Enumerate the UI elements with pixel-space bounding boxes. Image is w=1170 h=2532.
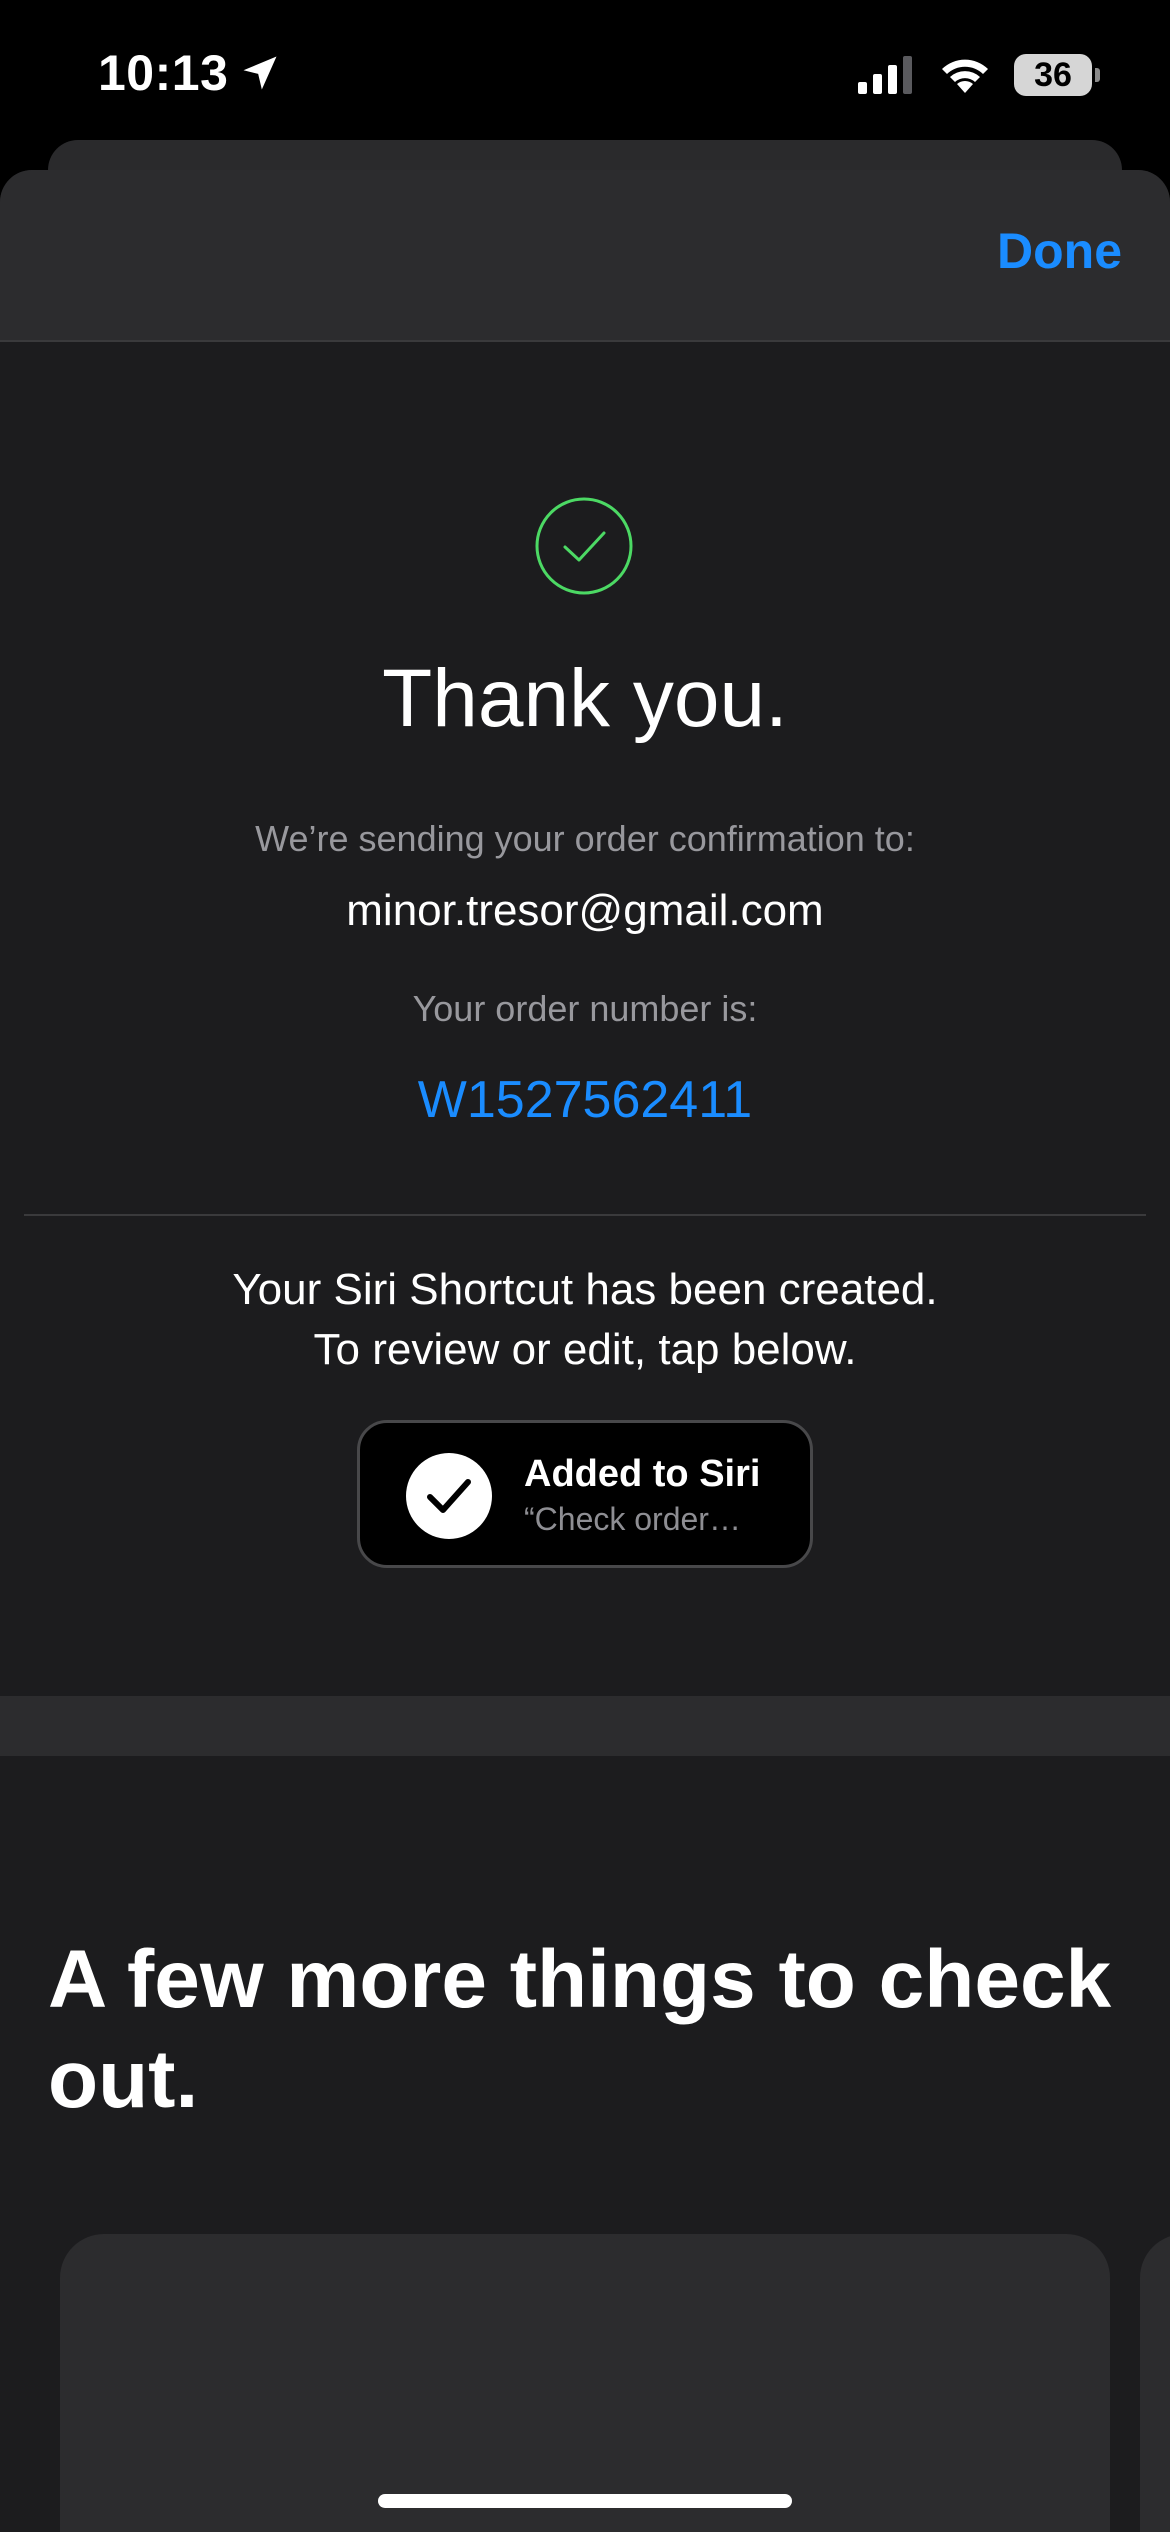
status-icons: 36 [858,54,1100,96]
more-things-heading: A few more things to check out. [48,1934,1112,2125]
battery-icon: 36 [1014,54,1100,96]
siri-message-line2: To review or edit, tap below. [313,1325,857,1374]
done-button[interactable]: Done [997,222,1122,280]
added-to-siri-button[interactable]: Added to Siri “Check order… [357,1420,813,1568]
order-number-label: Your order number is: [412,988,758,1029]
recommendation-card-next[interactable] [1140,2234,1170,2532]
home-indicator[interactable] [378,2494,792,2508]
siri-button-title: Added to Siri [524,1453,761,1495]
confirmation-sheet: Done Thank you. We’re sending your order… [0,170,1170,2532]
status-time: 10:13 [98,44,282,102]
section-separator [0,1696,1170,1756]
confirmation-email-label: We’re sending your order confirmation to… [255,818,915,859]
location-arrow-icon [243,56,277,90]
battery-level: 36 [1034,55,1072,94]
wifi-icon [942,59,988,93]
siri-checkmark-icon [406,1453,492,1539]
cellular-signal-icon [858,56,912,94]
order-number-link[interactable]: W1527562411 [0,1070,1170,1130]
divider [24,1214,1146,1216]
status-bar: 10:13 36 [0,0,1170,150]
sheet-header: Done [0,170,1170,342]
siri-message: Your Siri Shortcut has been created. To … [0,1260,1170,1380]
siri-message-line1: Your Siri Shortcut has been created. [232,1265,938,1314]
success-check-icon [535,497,633,595]
siri-button-subtitle: “Check order… [524,1501,741,1537]
confirmation-email: minor.tresor@gmail.com [346,886,824,935]
time-text: 10:13 [98,45,229,101]
recommendation-card[interactable] [60,2234,1110,2532]
thank-you-title: Thank you. [382,653,788,744]
